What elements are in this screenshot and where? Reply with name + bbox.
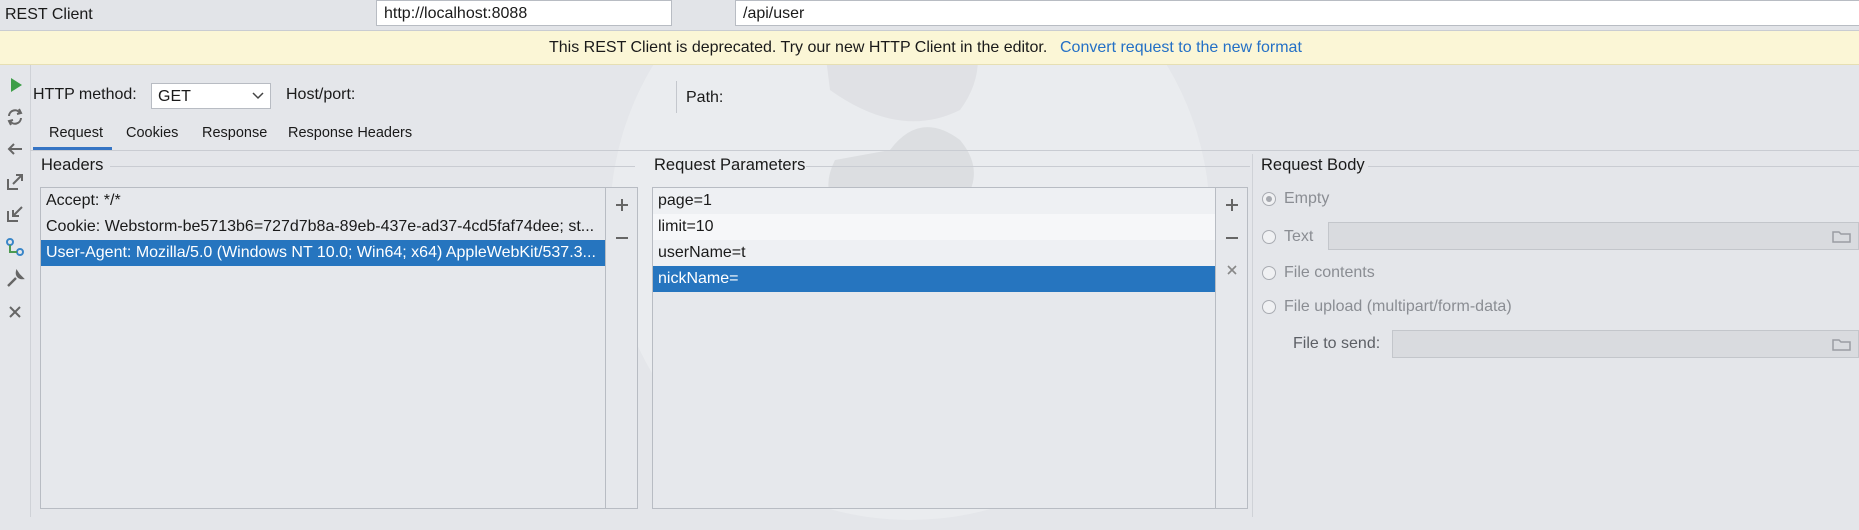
tab-response-headers[interactable]: Response Headers xyxy=(288,125,412,141)
request-parameters-title: Request Parameters xyxy=(654,156,806,174)
path-value: /api/user xyxy=(743,5,805,22)
deprecation-banner: This REST Client is deprecated. Try our … xyxy=(0,31,1859,65)
banner-message: This REST Client is deprecated. Try our … xyxy=(549,39,1048,56)
add-parameter-icon[interactable] xyxy=(1224,197,1240,213)
refresh-icon[interactable] xyxy=(4,106,26,128)
folder-icon xyxy=(1832,231,1851,243)
radio-button[interactable] xyxy=(1262,230,1276,244)
divider xyxy=(676,81,677,113)
back-icon[interactable] xyxy=(4,138,26,160)
path-input[interactable]: /api/user xyxy=(735,0,1859,26)
http-method-value: GET xyxy=(158,88,191,105)
radio-label: Text xyxy=(1284,228,1314,245)
add-header-icon[interactable] xyxy=(614,197,630,213)
list-item[interactable]: page=1 xyxy=(653,188,1215,214)
list-item[interactable]: Accept: */* xyxy=(41,188,605,214)
radio-button[interactable] xyxy=(1262,192,1276,206)
headers-actions xyxy=(606,187,638,509)
file-to-send-label: File to send: xyxy=(1293,335,1381,352)
left-toolbar xyxy=(0,65,31,517)
chevron-down-icon xyxy=(252,92,264,100)
list-item[interactable]: Cookie: Webstorm-be5713b6=727d7b8a-89eb-… xyxy=(41,214,605,240)
radio-label: File contents xyxy=(1284,264,1375,281)
list-item[interactable]: userName=t xyxy=(653,240,1215,266)
radio-button[interactable] xyxy=(1262,266,1276,280)
list-item[interactable]: limit=10 xyxy=(653,214,1215,240)
tab-response[interactable]: Response xyxy=(202,125,267,141)
request-body-title: Request Body xyxy=(1261,156,1365,174)
tab-cookies[interactable]: Cookies xyxy=(126,125,178,141)
host-port-value: http://localhost:8088 xyxy=(384,5,528,22)
settings-wrench-icon[interactable] xyxy=(4,268,26,290)
host-port-input[interactable]: http://localhost:8088 xyxy=(376,0,672,26)
radio-label: File upload (multipart/form-data) xyxy=(1284,298,1512,315)
file-to-send-field xyxy=(1392,330,1859,358)
clear-parameters-icon[interactable] xyxy=(1224,262,1240,278)
remove-header-icon[interactable] xyxy=(614,230,630,246)
list-item[interactable]: nickName= xyxy=(653,266,1215,292)
http-method-label: HTTP method: xyxy=(33,86,137,103)
parameters-actions xyxy=(1216,187,1248,509)
convert-request-link[interactable]: Convert request to the new format xyxy=(1060,39,1302,57)
headers-list[interactable]: Accept: */* Cookie: Webstorm-be5713b6=72… xyxy=(40,187,606,509)
tab-request[interactable]: Request xyxy=(49,125,103,141)
radio-label: Empty xyxy=(1284,190,1330,207)
host-port-label: Host/port: xyxy=(286,86,356,103)
tab-bar: Request Cookies Response Response Header… xyxy=(30,118,1859,151)
remove-parameter-icon[interactable] xyxy=(1224,230,1240,246)
close-icon[interactable] xyxy=(4,301,26,323)
path-label: Path: xyxy=(686,89,724,106)
generate-icon[interactable] xyxy=(4,236,26,258)
window-title: REST Client xyxy=(5,6,93,23)
import-icon[interactable] xyxy=(4,203,26,225)
run-icon[interactable] xyxy=(4,74,26,96)
divider xyxy=(1368,166,1859,167)
active-tab-indicator xyxy=(33,147,112,150)
folder-icon xyxy=(1832,339,1851,351)
radio-button[interactable] xyxy=(1262,300,1276,314)
http-method-select[interactable]: GET xyxy=(151,83,271,109)
headers-title: Headers xyxy=(41,156,104,174)
divider xyxy=(110,166,635,167)
list-item[interactable]: User-Agent: Mozilla/5.0 (Windows NT 10.0… xyxy=(41,240,605,266)
parameters-list[interactable]: page=1 limit=10 userName=t nickName= xyxy=(652,187,1216,509)
divider xyxy=(1252,154,1253,517)
divider xyxy=(806,166,1250,167)
export-icon[interactable] xyxy=(4,171,26,193)
body-text-field xyxy=(1328,222,1859,250)
